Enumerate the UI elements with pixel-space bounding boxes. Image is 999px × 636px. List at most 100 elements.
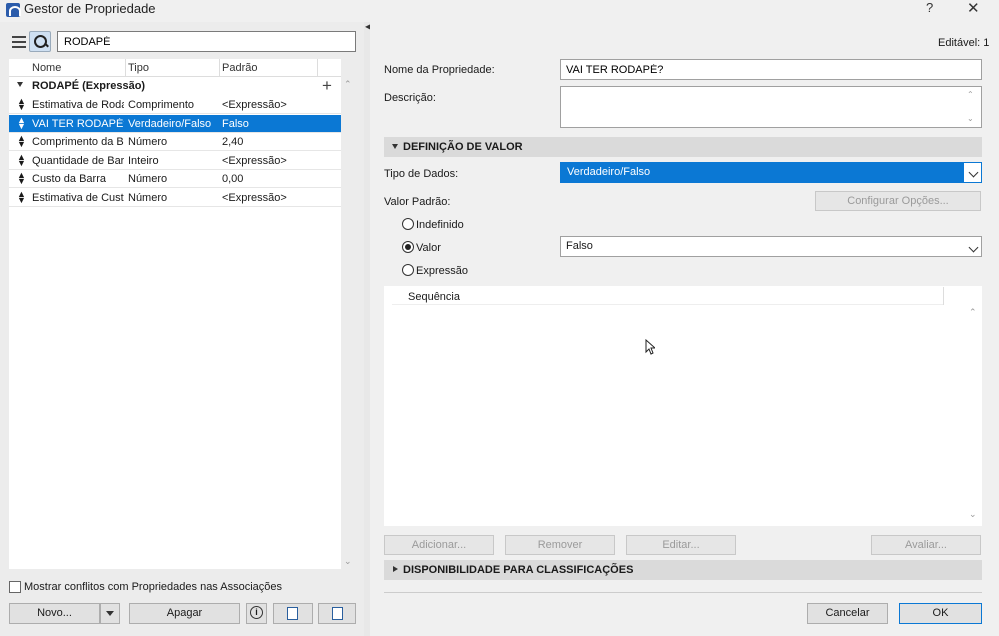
drag-handle-icon[interactable]: ▲ ▼ — [17, 98, 26, 110]
scroll-down-icon[interactable]: ⌄ — [344, 556, 352, 567]
divider — [384, 592, 982, 593]
column-separator[interactable] — [943, 287, 944, 305]
column-separator[interactable] — [219, 59, 220, 77]
radio-value-label: Valor — [416, 242, 441, 254]
chevron-down-icon — [968, 242, 979, 253]
row-type: Número — [128, 173, 168, 186]
export-button[interactable] — [318, 603, 356, 624]
row-type: Número — [128, 136, 168, 149]
row-type: Número — [128, 192, 168, 204]
column-separator[interactable] — [317, 59, 318, 77]
column-separator[interactable] — [125, 59, 126, 77]
delete-button[interactable]: Apagar — [129, 603, 240, 624]
default-value-value: Falso — [566, 240, 593, 252]
drag-handle-icon[interactable]: ▲ ▼ — [17, 154, 26, 166]
editable-count: Editável: 1 — [938, 37, 990, 49]
group-row[interactable]: RODAPÉ (Expressão) — [9, 77, 341, 95]
row-name: Comprimento da B... — [32, 136, 124, 149]
info-icon: i — [250, 606, 263, 619]
table-row[interactable]: ▲ ▼ Comprimento da B... Número 2,40 — [9, 133, 341, 152]
value-definition-section[interactable]: DEFINIÇÃO DE VALOR — [384, 137, 982, 157]
evaluate-button[interactable]: Avaliar... — [871, 535, 981, 555]
conflict-label: Mostrar conflitos com Propriedades nas A… — [24, 581, 283, 593]
property-name-label: Nome da Propriedade: — [384, 64, 495, 76]
row-default: 0,00 — [222, 173, 244, 186]
sequence-column-header[interactable]: Sequência — [408, 291, 460, 303]
scroll-up-icon[interactable]: ⌃ — [967, 90, 974, 99]
window-title: Gestor de Propriedade — [24, 1, 156, 16]
drag-handle-icon[interactable]: ▲ ▼ — [17, 172, 26, 184]
classification-availability-section[interactable]: DISPONIBILIDADE PARA CLASSIFICAÇÕES — [384, 560, 982, 580]
description-label: Descrição: — [384, 92, 436, 104]
tree-scrollbar[interactable]: ⌃ ⌄ — [341, 59, 355, 569]
data-type-select[interactable]: Verdadeiro/Falso — [560, 162, 982, 183]
data-type-label: Tipo de Dados: — [384, 168, 459, 180]
radio-undefined-label: Indefinido — [416, 219, 464, 231]
row-name: Estimativa de Roda... — [32, 99, 124, 111]
default-value-select[interactable]: Falso — [560, 236, 982, 257]
table-row[interactable]: ▲ ▼ Estimativa de Custo Número <Expressão> — [9, 189, 341, 207]
row-type: Inteiro — [128, 154, 159, 167]
export-document-icon — [332, 607, 343, 620]
dropdown-button[interactable] — [964, 163, 981, 182]
section-title: DISPONIBILIDADE PARA CLASSIFICAÇÕES — [403, 564, 634, 576]
remove-button[interactable]: Remover — [505, 535, 615, 555]
radio-expression-label: Expressão — [416, 265, 468, 277]
default-value-label: Valor Padrão: — [384, 196, 451, 208]
group-label: RODAPÉ (Expressão) — [32, 80, 146, 92]
search-icon[interactable] — [29, 31, 51, 52]
add-button[interactable]: Adicionar... — [384, 535, 494, 555]
table-row[interactable]: ▲ ▼ Custo da Barra Número 0,00 — [9, 170, 341, 189]
chevron-down-icon — [106, 611, 114, 616]
conflict-checkbox[interactable] — [9, 581, 21, 593]
search-input[interactable] — [57, 31, 356, 52]
column-header-tipo[interactable]: Tipo — [128, 62, 149, 74]
row-name: Custo da Barra — [32, 173, 106, 186]
drag-handle-icon[interactable]: ▲ ▼ — [17, 191, 26, 203]
new-dropdown-button[interactable] — [100, 603, 120, 624]
drag-handle-icon[interactable]: ▲ ▼ — [17, 135, 26, 147]
new-button[interactable]: Novo... — [9, 603, 100, 624]
list-view-icon[interactable] — [10, 33, 28, 51]
radio-expression[interactable] — [402, 264, 414, 276]
scroll-down-icon[interactable]: ⌄ — [967, 114, 974, 123]
column-header-nome[interactable]: Nome — [32, 62, 61, 74]
chevron-down-icon — [968, 167, 979, 178]
ok-button[interactable]: OK — [899, 603, 982, 624]
add-property-button[interactable]: + — [322, 76, 336, 95]
table-row[interactable]: ▲▼ Estimativa de Roda... Comprimento <Expre… — [9, 96, 341, 114]
configure-options-button[interactable]: Configurar Opções... — [815, 191, 981, 211]
scroll-up-icon[interactable]: ⌃ — [344, 79, 352, 90]
sequence-scrollbar[interactable]: ⌃ ⌄ — [966, 305, 980, 525]
expand-triangle-icon — [392, 144, 398, 149]
drag-handle-icon[interactable]: ▲ ▼ — [17, 117, 26, 129]
radio-value[interactable] — [402, 241, 414, 253]
table-row[interactable]: ▲ ▼ VAI TER RODAPÉ? Verdadeiro/Falso Falso — [9, 114, 341, 133]
import-button[interactable] — [273, 603, 313, 624]
expand-triangle-icon — [393, 566, 398, 572]
column-header-padrao[interactable]: Padrão — [222, 62, 257, 74]
sequence-header: Sequência — [392, 287, 943, 305]
row-default: <Expressão> — [222, 154, 287, 167]
dropdown-button[interactable] — [964, 238, 981, 255]
table-row[interactable]: ▲▼ Quantidade de Barr... Inteiro <Expressão… — [9, 152, 341, 170]
edit-button[interactable]: Editar... — [626, 535, 736, 555]
property-name-input[interactable] — [560, 59, 982, 80]
cancel-button[interactable]: Cancelar — [807, 603, 888, 624]
description-textarea[interactable] — [560, 86, 982, 128]
row-name: Quantidade de Barr... — [32, 154, 124, 167]
radio-undefined[interactable] — [402, 218, 414, 230]
scroll-down-icon[interactable]: ⌄ — [969, 509, 977, 520]
collapse-triangle-icon[interactable] — [17, 82, 23, 87]
close-button[interactable]: ✕ — [967, 0, 981, 17]
row-type: Verdadeiro/Falso — [128, 117, 212, 130]
row-default: <Expressão> — [222, 192, 287, 204]
info-button[interactable]: i — [246, 603, 267, 624]
import-document-icon — [287, 607, 298, 620]
section-title: DEFINIÇÃO DE VALOR — [403, 141, 523, 153]
scroll-up-icon[interactable]: ⌃ — [969, 307, 977, 318]
sequence-list[interactable] — [384, 286, 982, 526]
app-logo-icon — [6, 3, 21, 17]
mouse-cursor-icon — [645, 339, 655, 355]
help-button[interactable]: ? — [926, 0, 940, 16]
